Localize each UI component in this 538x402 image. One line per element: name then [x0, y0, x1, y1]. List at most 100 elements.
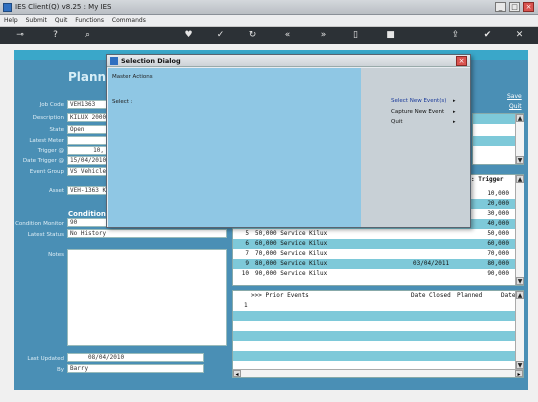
trigger-value-cell: 20,000	[487, 200, 509, 207]
prior-events-row[interactable]: 1	[233, 301, 515, 311]
dialog-menu-panel: Select New Event(s) ▸ Capture New Event …	[361, 68, 470, 227]
prior-grid-hscrollbar[interactable]: ◂ ▸	[233, 369, 523, 378]
submenu-arrow-icon: ▸	[453, 98, 456, 104]
status-bar	[0, 390, 538, 402]
row-number: 9	[245, 260, 249, 267]
menubar: Help Submit Quit Functions Commands	[0, 15, 538, 27]
scroll-up-icon[interactable]: ▲	[516, 291, 524, 299]
scroll-down-icon[interactable]: ▼	[516, 277, 524, 285]
event-name-cell: 80,000 Service Kilux	[255, 260, 328, 267]
prior-events-row[interactable]	[233, 311, 515, 321]
scroll-down-icon[interactable]: ▼	[516, 361, 524, 369]
prior-grid-header: >>> Prior Events Date Closed Planned Dat…	[233, 291, 515, 301]
notes-label: Notes	[48, 252, 64, 258]
event-name-cell: 90,000 Service Kilux	[255, 270, 328, 277]
scroll-up-icon[interactable]: ▲	[516, 175, 524, 183]
quit-link[interactable]: Quit	[509, 103, 522, 110]
trigger-grid-row[interactable]: 10 90,000 Service Kilux 90,000	[233, 269, 515, 279]
latest-meter-field[interactable]	[67, 136, 107, 145]
select-new-events-item[interactable]: Select New Event(s)	[391, 98, 446, 104]
tick-circle-icon[interactable]: ✔	[482, 30, 493, 41]
prior-events-row[interactable]	[233, 351, 515, 361]
prior-grid-vscrollbar[interactable]: ▲ ▼	[515, 291, 524, 369]
scroll-right-icon[interactable]: ▸	[515, 370, 523, 378]
job-code-field[interactable]: VEH1363	[67, 100, 107, 109]
state-field[interactable]: Open	[67, 125, 107, 134]
notes-textarea[interactable]	[67, 249, 227, 346]
trigger-value-cell: 60,000	[487, 240, 509, 247]
search-icon[interactable]: ⌕	[82, 30, 93, 41]
menu-quit[interactable]: Quit	[55, 15, 68, 27]
trigger-value-cell: 40,000	[487, 220, 509, 227]
upper-grid-scrollbar[interactable]: ▲ ▼	[515, 114, 524, 164]
prior-events-header: >>> Prior Events	[251, 292, 309, 299]
latest-status-field[interactable]: No History	[67, 229, 227, 238]
maximize-button[interactable]: □	[509, 2, 520, 12]
row-number: 6	[245, 240, 249, 247]
event-name-cell: 70,000 Service Kilux	[255, 250, 328, 257]
fast-forward-icon[interactable]: »	[318, 30, 329, 41]
submenu-arrow-icon: ▸	[453, 109, 456, 115]
upload-icon[interactable]: ⇪	[450, 30, 461, 41]
planned-header: Planned	[457, 292, 483, 299]
menu-functions[interactable]: Functions	[75, 15, 104, 27]
event-group-field[interactable]: VS Vehicle	[67, 167, 107, 176]
close-circle-icon[interactable]: ✕	[514, 30, 525, 41]
capture-new-event-item[interactable]: Capture New Event	[391, 109, 444, 115]
window-title: IES Client(Q) v8.25 : My IES	[15, 3, 112, 11]
scroll-left-icon[interactable]: ◂	[233, 370, 241, 378]
trigger-grid-scrollbar[interactable]: ▲ ▼	[515, 175, 524, 285]
last-updated-field: 08/04/2010	[67, 353, 204, 362]
trigger-grid-row[interactable]: 5 50,000 Service Kilux 50,000	[233, 229, 515, 239]
trigger-grid-row[interactable]: 9 80,000 Service Kilux 03/04/2011 80,000	[233, 259, 515, 269]
close-window-button[interactable]: ×	[523, 2, 534, 12]
scroll-down-icon[interactable]: ▼	[516, 156, 524, 164]
date-cell: 03/04/2011	[413, 260, 450, 267]
job-code-label: Job Code	[39, 102, 64, 108]
prior-events-row[interactable]	[233, 341, 515, 351]
square-icon[interactable]: ■	[385, 30, 396, 41]
refresh-icon[interactable]: ↻	[247, 30, 258, 41]
trigger-value-cell: 70,000	[487, 250, 509, 257]
trigger-grid-row[interactable]: 7 70,000 Service Kilux 70,000	[233, 249, 515, 259]
clipboard-icon[interactable]: ▯	[350, 30, 361, 41]
by-field: Barry	[67, 364, 204, 373]
save-link[interactable]: Save	[507, 93, 522, 100]
help-icon[interactable]: ?	[50, 30, 61, 41]
app-icon	[3, 3, 12, 12]
trigger-label: Trigger @	[37, 148, 64, 154]
trigger-value-cell: 80,000	[487, 260, 509, 267]
heart-icon[interactable]: ♥	[183, 30, 194, 41]
upper-grid-row	[473, 136, 515, 146]
trigger-grid-row[interactable]: 6 60,000 Service Kilux 60,000	[233, 239, 515, 249]
rewind-icon[interactable]: «	[282, 30, 293, 41]
menu-submit[interactable]: Submit	[26, 15, 47, 27]
condition-monitor-label: Condition Monitor	[15, 221, 64, 227]
dialog-titlebar: Selection Dialog ×	[107, 55, 470, 67]
minimize-button[interactable]: _	[495, 2, 506, 12]
key-icon[interactable]: ⊸	[10, 30, 30, 41]
toolbar: ⊸ ? ⌕ ♥ ✓ ↻ « » ▯ ■ ⇪ ✔ ✕	[0, 27, 538, 44]
window-titlebar: IES Client(Q) v8.25 : My IES _ □ ×	[0, 0, 538, 15]
description-label: Description	[32, 115, 64, 121]
trigger-field[interactable]: 10,	[67, 146, 107, 155]
by-label: By	[56, 367, 64, 373]
latest-status-label: Latest Status	[27, 232, 64, 238]
check-icon[interactable]: ✓	[215, 30, 226, 41]
row-number: 1	[244, 302, 248, 309]
upper-grid-row	[473, 114, 515, 124]
dialog-close-button[interactable]: ×	[456, 56, 467, 66]
trigger-value-cell: 10,000	[487, 190, 509, 197]
submenu-arrow-icon: ▸	[453, 119, 456, 125]
prior-events-row[interactable]	[233, 321, 515, 331]
menu-help[interactable]: Help	[4, 15, 18, 27]
prior-events-row[interactable]	[233, 331, 515, 341]
state-label: State	[49, 127, 64, 133]
description-field[interactable]: KILUX 2000	[67, 113, 107, 122]
quit-item[interactable]: Quit	[391, 119, 403, 125]
menu-commands[interactable]: Commands	[112, 15, 146, 27]
asset-field[interactable]: VEH-1363 K	[67, 186, 107, 195]
trigger-value-cell: 90,000	[487, 270, 509, 277]
scroll-up-icon[interactable]: ▲	[516, 114, 524, 122]
date-trigger-field[interactable]: 15/04/2010	[67, 156, 107, 165]
